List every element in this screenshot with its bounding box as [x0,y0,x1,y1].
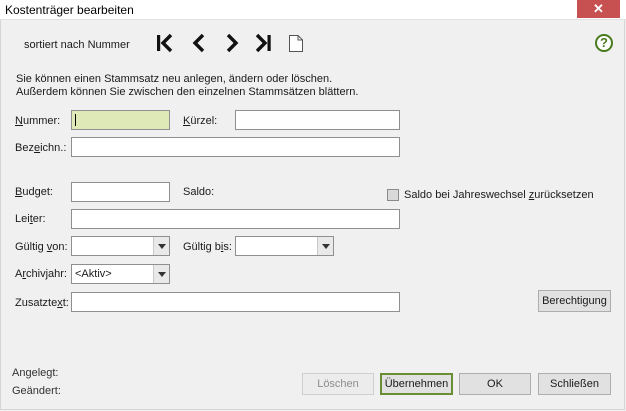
kuerzel-label: Kürzel: [183,115,218,127]
info-text: Sie können einen Stammsatz neu anlegen, … [16,73,358,99]
angelegt-label: Angelegt: [12,367,59,379]
gueltig-von-label: Gültig von: [15,241,68,253]
leiter-input[interactable] [71,209,400,229]
gueltig-bis-combo[interactable] [235,236,334,256]
loeschen-button: Löschen [302,373,374,395]
next-record-icon[interactable] [225,32,239,54]
ok-button[interactable]: OK [459,373,531,395]
window-title: Kostenträger bearbeiten [5,3,134,17]
title-bar: Kostenträger bearbeiten ✕ [0,0,626,20]
help-icon[interactable]: ? [595,34,613,52]
archivjahr-combo[interactable]: <Aktiv> [71,264,170,284]
chevron-down-icon[interactable] [153,265,169,283]
zusatztext-label: Zusatztext: [15,297,69,309]
archivjahr-value: <Aktiv> [75,268,112,280]
saldo-reset-checkbox[interactable] [387,189,399,201]
geaendert-label: Geändert: [12,385,61,397]
kuerzel-input[interactable] [235,110,400,130]
archivjahr-label: Archivjahr: [15,268,67,280]
gueltig-bis-label: Gültig bis: [183,241,232,253]
saldo-label: Saldo: [183,186,215,198]
new-document-icon[interactable] [288,32,304,54]
last-record-icon[interactable] [254,32,272,54]
saldo-reset-label[interactable]: Saldo bei Jahreswechsel zurücksetzen [404,189,594,201]
close-button[interactable]: ✕ [577,0,620,18]
chevron-down-icon[interactable] [317,237,333,255]
sort-label: sortiert nach Nummer [24,39,130,51]
info-line-1: Sie können einen Stammsatz neu anlegen, … [16,73,333,85]
nummer-input[interactable] [71,110,170,130]
text-caret [75,114,76,126]
leiter-label: Leiter: [15,213,46,225]
berechtigung-button[interactable]: Berechtigung [538,290,611,312]
previous-record-icon[interactable] [192,32,206,54]
first-record-icon[interactable] [156,32,174,54]
bezeichnung-input[interactable] [71,137,400,157]
uebernehmen-button[interactable]: Übernehmen [380,373,453,395]
zusatztext-input[interactable] [71,292,400,312]
bezeichnung-label: Bezeichn.: [15,142,67,154]
schliessen-button[interactable]: Schließen [538,373,611,395]
budget-label: Budget: [15,186,53,198]
chevron-down-icon[interactable] [153,237,169,255]
nummer-label: Nummer: [15,115,61,127]
info-line-2: Außerdem können Sie zwischen den einzeln… [16,86,359,98]
gueltig-von-combo[interactable] [71,236,170,256]
budget-input[interactable] [71,182,170,202]
